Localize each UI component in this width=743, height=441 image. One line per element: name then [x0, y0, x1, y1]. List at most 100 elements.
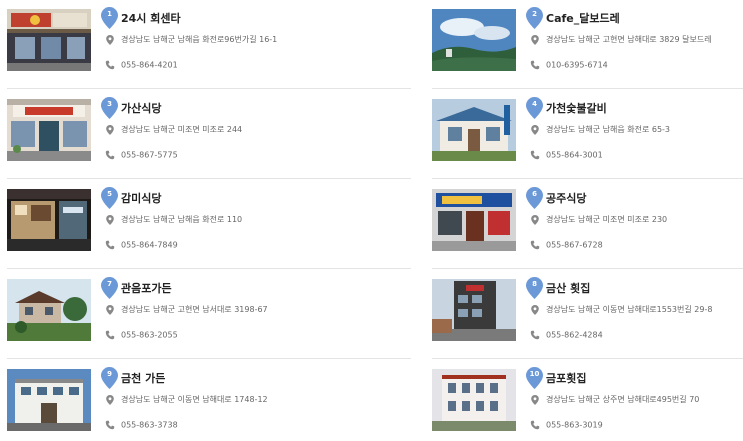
map-pin-icon: 5	[101, 187, 118, 209]
phone-text[interactable]: 055-864-4201	[121, 61, 178, 70]
address-row: 경상남도 남해군 이동면 남해대로 1748-12	[105, 394, 268, 405]
restaurant-card[interactable]: 6 공주식당 경상남도 남해군 미조면 미조로 230 055-867-6728	[432, 187, 742, 261]
row-divider	[432, 358, 743, 359]
address-row: 경상남도 남해군 남해읍 화전로96번가길 16-1	[105, 34, 277, 45]
address-text: 경상남도 남해군 고현면 남서대로 3198-67	[121, 305, 268, 314]
phone-row: 055-864-3001	[530, 150, 603, 160]
phone-text[interactable]: 055-867-5775	[121, 151, 178, 160]
restaurant-photo[interactable]	[7, 9, 91, 71]
phone-icon	[105, 330, 115, 340]
restaurant-name[interactable]: 금산 횟집	[546, 280, 590, 296]
restaurant-card[interactable]: 10 금포횟집 경상남도 남해군 상주면 남해대로495번길 70 055-86…	[432, 367, 742, 441]
address-row: 경상남도 남해군 상주면 남해대로495번길 70	[530, 394, 699, 405]
pin-number: 5	[107, 190, 112, 198]
location-icon	[105, 304, 115, 315]
restaurant-card[interactable]: 4 가천숯불갈비 경상남도 남해군 남해읍 화전로 65-3 055-864-3…	[432, 97, 742, 171]
restaurant-name[interactable]: 금포횟집	[546, 370, 586, 386]
phone-text[interactable]: 055-863-2055	[121, 331, 178, 340]
pin-number: 10	[529, 370, 540, 378]
phone-row: 055-864-7849	[105, 240, 178, 250]
address-text: 경상남도 남해군 이동면 남해대로1553번길 29-8	[546, 305, 713, 314]
address-text: 경상남도 남해군 상주면 남해대로495번길 70	[546, 395, 700, 404]
pin-number: 7	[107, 280, 112, 288]
map-pin-icon: 8	[526, 277, 543, 299]
phone-icon	[105, 420, 115, 430]
phone-text[interactable]: 055-862-4284	[546, 331, 603, 340]
location-icon	[105, 214, 115, 225]
restaurant-photo[interactable]	[432, 369, 516, 431]
restaurant-name[interactable]: 가천숯불갈비	[546, 100, 607, 116]
phone-text[interactable]: 055-863-3019	[546, 421, 603, 430]
row-divider	[7, 268, 411, 269]
phone-text[interactable]: 055-867-6728	[546, 241, 603, 250]
restaurant-name[interactable]: 관음포가든	[121, 280, 172, 296]
address-row: 경상남도 남해군 고현면 남해대로 3829 달보드레	[530, 34, 712, 45]
address-text: 경상남도 남해군 남해읍 화전로 110	[121, 215, 243, 224]
location-icon	[105, 124, 115, 135]
location-icon	[530, 304, 540, 315]
address-row: 경상남도 남해군 미조면 미조로 230	[530, 214, 667, 225]
location-icon	[530, 214, 540, 225]
restaurant-card[interactable]: 5 감미식당 경상남도 남해군 남해읍 화전로 110 055-864-7849	[7, 187, 317, 261]
restaurant-photo[interactable]	[7, 99, 91, 161]
address-row: 경상남도 남해군 고현면 남서대로 3198-67	[105, 304, 268, 315]
map-pin-icon: 10	[526, 367, 543, 389]
address-text: 경상남도 남해군 남해읍 화전로 65-3	[546, 125, 671, 134]
address-text: 경상남도 남해군 미조면 미조로 230	[546, 215, 668, 224]
address-text: 경상남도 남해군 이동면 남해대로 1748-12	[121, 395, 268, 404]
map-pin-icon: 9	[101, 367, 118, 389]
restaurant-card[interactable]: 8 금산 횟집 경상남도 남해군 이동면 남해대로1553번길 29-8 055…	[432, 277, 742, 351]
restaurant-list: 1 24시 회센타 경상남도 남해군 남해읍 화전로96번가길 16-1 055…	[0, 0, 743, 440]
restaurant-card[interactable]: 3 가산식당 경상남도 남해군 미조면 미조로 244 055-867-5775	[7, 97, 317, 171]
restaurant-photo[interactable]	[7, 279, 91, 341]
phone-row: 055-864-4201	[105, 60, 178, 70]
restaurant-card[interactable]: 9 금천 가든 경상남도 남해군 이동면 남해대로 1748-12 055-86…	[7, 367, 317, 441]
phone-row: 055-863-3019	[530, 420, 603, 430]
restaurant-name[interactable]: 공주식당	[546, 190, 586, 206]
pin-number: 9	[107, 370, 112, 378]
row-divider	[432, 268, 743, 269]
map-pin-icon: 6	[526, 187, 543, 209]
location-icon	[105, 394, 115, 405]
phone-text[interactable]: 010-6395-6714	[546, 61, 608, 70]
pin-number: 3	[107, 100, 112, 108]
restaurant-photo[interactable]	[7, 189, 91, 251]
restaurant-photo[interactable]	[432, 9, 516, 71]
phone-text[interactable]: 055-864-7849	[121, 241, 178, 250]
restaurant-photo[interactable]	[432, 99, 516, 161]
phone-icon	[530, 240, 540, 250]
address-row: 경상남도 남해군 이동면 남해대로1553번길 29-8	[530, 304, 712, 315]
phone-text[interactable]: 055-864-3001	[546, 151, 603, 160]
restaurant-photo[interactable]	[432, 279, 516, 341]
restaurant-photo[interactable]	[7, 369, 91, 431]
restaurant-name[interactable]: 가산식당	[121, 100, 161, 116]
restaurant-card[interactable]: 7 관음포가든 경상남도 남해군 고현면 남서대로 3198-67 055-86…	[7, 277, 317, 351]
phone-text[interactable]: 055-863-3738	[121, 421, 178, 430]
address-text: 경상남도 남해군 남해읍 화전로96번가길 16-1	[121, 35, 278, 44]
restaurant-name[interactable]: 감미식당	[121, 190, 161, 206]
restaurant-name[interactable]: 24시 회센타	[121, 10, 181, 26]
row-divider	[7, 178, 411, 179]
address-text: 경상남도 남해군 고현면 남해대로 3829 달보드레	[546, 35, 712, 44]
restaurant-name[interactable]: Cafe_달보드레	[546, 10, 620, 26]
location-icon	[530, 124, 540, 135]
phone-row: 055-863-3738	[105, 420, 178, 430]
phone-row: 055-863-2055	[105, 330, 178, 340]
phone-icon	[105, 240, 115, 250]
restaurant-name[interactable]: 금천 가든	[121, 370, 165, 386]
restaurant-card[interactable]: 2 Cafe_달보드레 경상남도 남해군 고현면 남해대로 3829 달보드레 …	[432, 7, 742, 81]
phone-row: 055-867-6728	[530, 240, 603, 250]
row-divider	[432, 178, 743, 179]
map-pin-icon: 7	[101, 277, 118, 299]
phone-row: 010-6395-6714	[530, 60, 608, 70]
address-row: 경상남도 남해군 남해읍 화전로 65-3	[530, 124, 670, 135]
restaurant-photo[interactable]	[432, 189, 516, 251]
location-icon	[530, 34, 540, 45]
location-icon	[530, 394, 540, 405]
map-pin-icon: 2	[526, 7, 543, 29]
restaurant-card[interactable]: 1 24시 회센타 경상남도 남해군 남해읍 화전로96번가길 16-1 055…	[7, 7, 317, 81]
address-row: 경상남도 남해군 미조면 미조로 244	[105, 124, 242, 135]
phone-icon	[530, 60, 540, 70]
phone-icon	[105, 60, 115, 70]
row-divider	[432, 88, 743, 89]
